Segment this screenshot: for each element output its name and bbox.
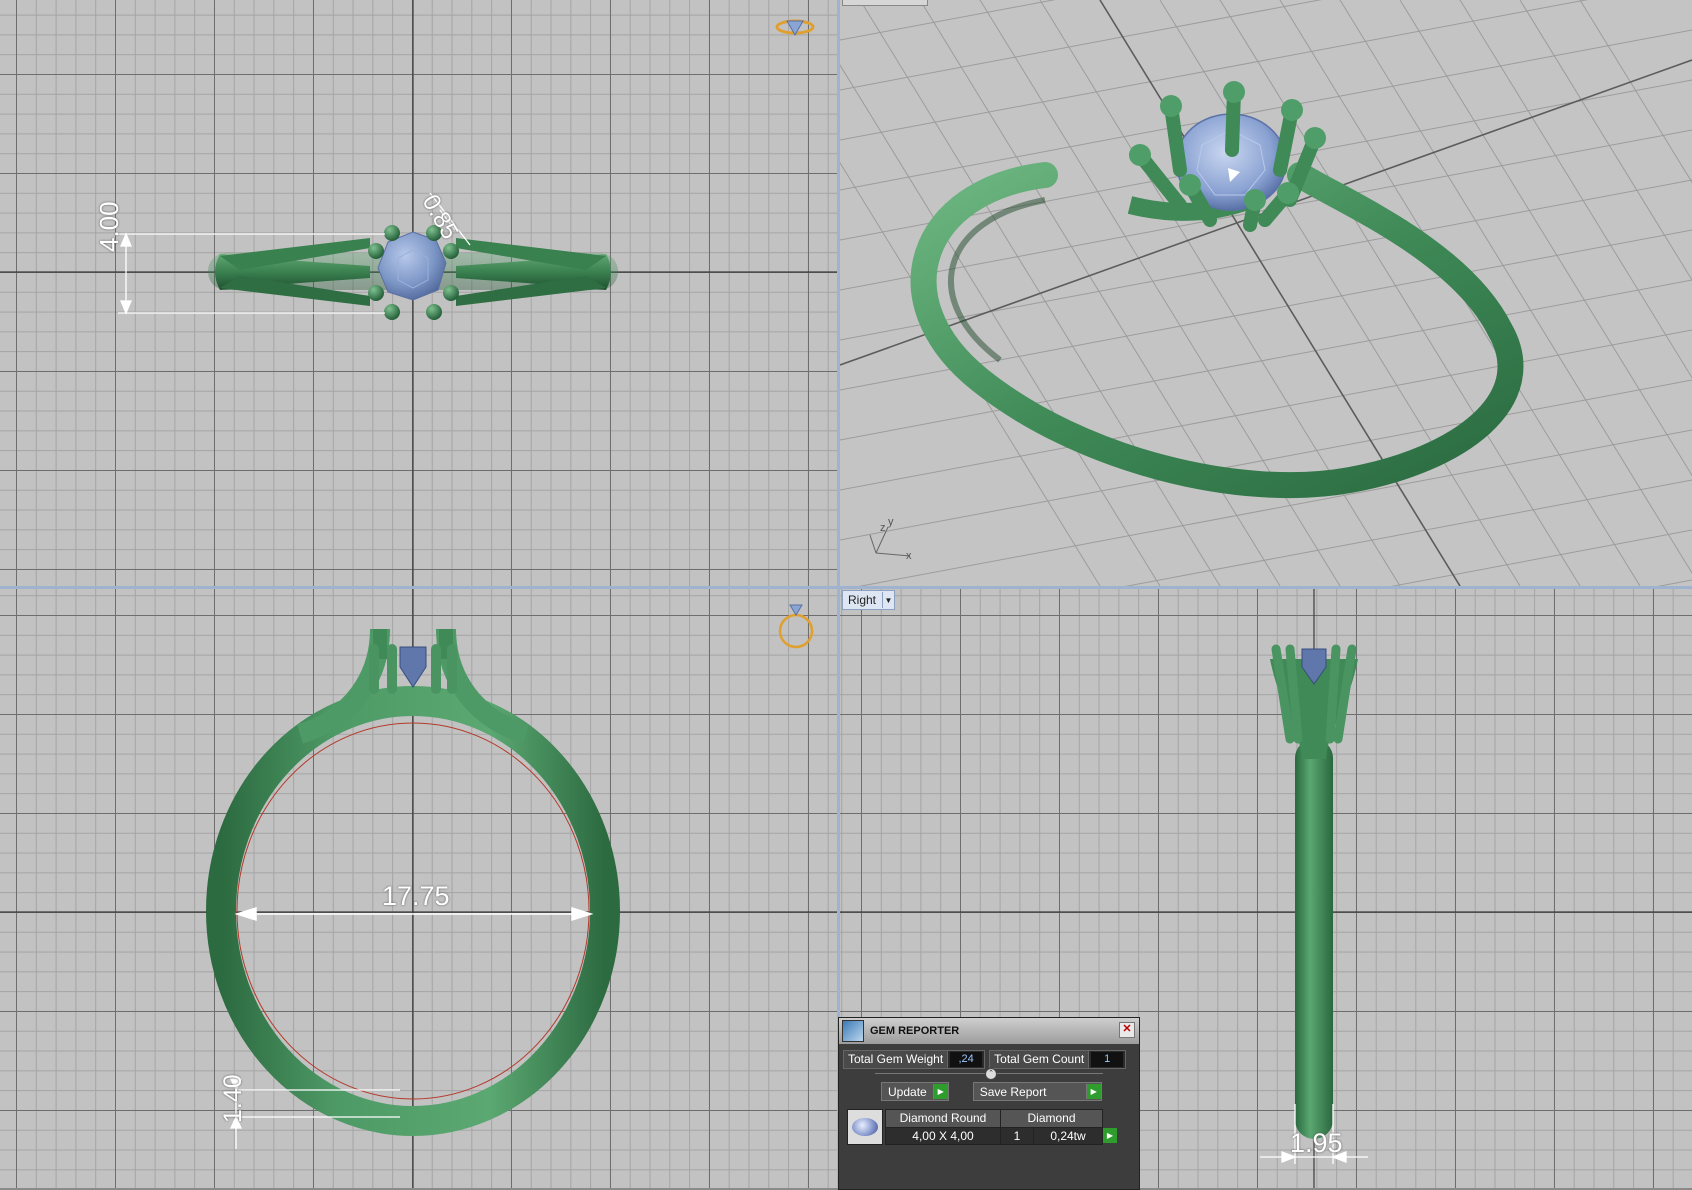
slider-knob[interactable]: ⌃ [985, 1068, 997, 1080]
viewport-view-label: Right [848, 593, 877, 607]
table-row[interactable]: 4,00 X 4,00 1 0,24tw [885, 1126, 1103, 1145]
gem-list: Diamond Round Diamond 4,00 X 4,00 1 0,24… [847, 1109, 1139, 1145]
total-gem-count-label: Total Gem Count [990, 1051, 1090, 1068]
total-gem-weight-field: Total Gem Weight ,24 [843, 1050, 986, 1069]
dim-width-right-label: 1.95 [1290, 1128, 1343, 1158]
update-button[interactable]: Update ▶ [881, 1082, 949, 1101]
viewport-view-selector[interactable]: Right ▼ [842, 590, 896, 610]
gem-reporter-icon [842, 1020, 864, 1042]
gem-front [399, 646, 427, 688]
gem-reporter-titlebar[interactable]: GEM REPORTER ✕ [839, 1018, 1139, 1044]
gem-row-go-icon[interactable]: ▶ [1103, 1128, 1117, 1143]
total-gem-count-value: 1 [1091, 1052, 1124, 1067]
viewport-front[interactable]: 17.75 1.40 [0, 589, 837, 1188]
perspective-grid [840, 0, 1692, 586]
save-report-button-label: Save Report [979, 1084, 1047, 1099]
gem-thumbnail[interactable] [847, 1109, 883, 1145]
viewport-separator-horizontal[interactable] [0, 586, 1692, 589]
gem-weight-cell: 0,24tw [1033, 1126, 1103, 1145]
viewport-perspective[interactable]: z y x [840, 0, 1692, 586]
gem-type-header: Diamond [1000, 1109, 1103, 1128]
dim-thickness-label: 1.40 [219, 1074, 247, 1123]
perspective-viewport-tab[interactable] [842, 0, 928, 6]
gizmo-ring-front-icon [778, 604, 814, 649]
axis-x-label: x [906, 550, 912, 562]
axis-z-label: z [880, 522, 886, 534]
gem-reporter-panel[interactable]: GEM REPORTER ✕ Total Gem Weight ,24 Tota… [838, 1017, 1140, 1190]
panel-resize-slider[interactable]: ⌃ [875, 1068, 1103, 1082]
dim-diameter-label: 17.75 [382, 881, 450, 911]
dim-width-label: 4.00 [94, 201, 124, 252]
total-gem-count-field: Total Gem Count 1 [989, 1050, 1127, 1069]
close-icon[interactable]: ✕ [1119, 1022, 1135, 1038]
update-button-label: Update [888, 1084, 927, 1099]
chevron-down-icon[interactable]: ▼ [882, 592, 894, 608]
viewport-top[interactable]: 4.00 0.85 [0, 0, 837, 586]
viewport-separator-vertical[interactable] [837, 0, 840, 1188]
total-gem-weight-value: ,24 [950, 1052, 983, 1067]
diamond-icon [852, 1118, 878, 1136]
top-view-drawing [0, 0, 837, 586]
play-arrow-icon: ▶ [1085, 1084, 1101, 1099]
gem-weight-value: 0,24tw [1050, 1128, 1086, 1143]
gem-count-cell: 1 [1000, 1126, 1034, 1145]
gem-reporter-title: GEM REPORTER [870, 1025, 960, 1037]
play-arrow-icon: ▶ [932, 1084, 948, 1099]
total-gem-weight-label: Total Gem Weight [844, 1051, 949, 1068]
perspective-view-drawing [840, 0, 1692, 586]
gem-top [377, 231, 447, 301]
ring-side-right [1270, 644, 1358, 1139]
axis-indicator [869, 526, 911, 557]
gem-table: Diamond Round Diamond 4,00 X 4,00 1 0,24… [885, 1109, 1103, 1145]
gem-shape-header: Diamond Round [885, 1109, 1001, 1128]
gem-size-cell: 4,00 X 4,00 [885, 1126, 1001, 1145]
gizmo-ring-icon [775, 19, 815, 37]
save-report-button[interactable]: Save Report ▶ [972, 1082, 1102, 1101]
axis-y-label: y [888, 516, 894, 528]
